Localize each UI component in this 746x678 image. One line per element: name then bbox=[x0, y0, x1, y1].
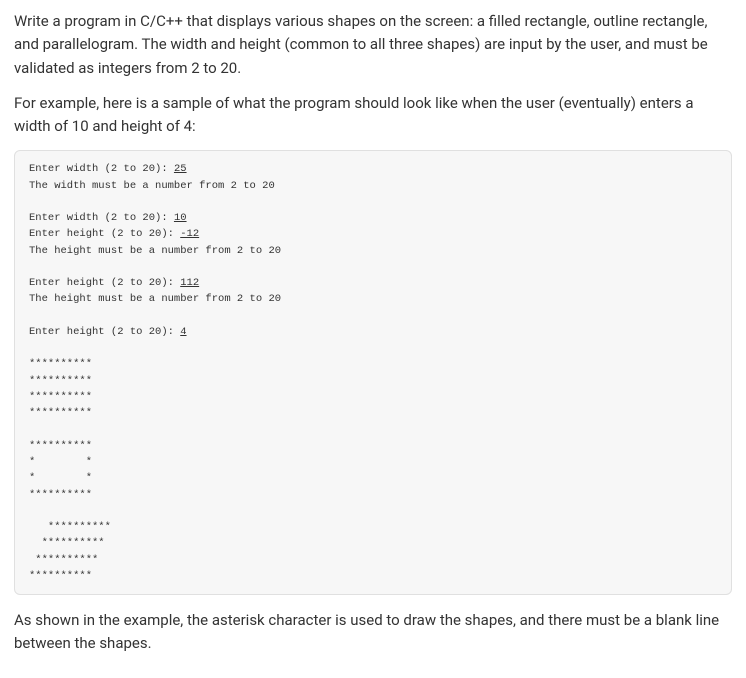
shape-row: ********** bbox=[29, 440, 92, 452]
shape-row: * * bbox=[29, 472, 92, 484]
intro-paragraph-2: For example, here is a sample of what th… bbox=[14, 92, 732, 139]
shape-row: ********** bbox=[29, 537, 105, 549]
intro-paragraph-1: Write a program in C/C++ that displays v… bbox=[14, 10, 732, 80]
shape-row: ********** bbox=[29, 375, 92, 387]
code-line: Enter width (2 to 20): bbox=[29, 163, 174, 175]
code-line: The height must be a number from 2 to 20 bbox=[29, 245, 281, 257]
code-line: The height must be a number from 2 to 20 bbox=[29, 293, 281, 305]
code-line: Enter width (2 to 20): bbox=[29, 212, 174, 224]
user-input: 25 bbox=[174, 163, 187, 175]
user-input: 4 bbox=[180, 326, 186, 338]
code-line: The width must be a number from 2 to 20 bbox=[29, 180, 275, 192]
shape-row: ********** bbox=[29, 391, 92, 403]
shape-row: ********** bbox=[29, 489, 92, 501]
shape-row: ********** bbox=[29, 358, 92, 370]
user-input: -12 bbox=[180, 228, 199, 240]
shape-row: ********** bbox=[29, 521, 111, 533]
code-line: Enter height (2 to 20): bbox=[29, 326, 180, 338]
code-line: Enter height (2 to 20): bbox=[29, 228, 180, 240]
outro-paragraph: As shown in the example, the asterisk ch… bbox=[14, 609, 732, 656]
shape-row: * * bbox=[29, 456, 92, 468]
code-line: Enter height (2 to 20): bbox=[29, 277, 180, 289]
user-input: 112 bbox=[180, 277, 199, 289]
shape-row: ********** bbox=[29, 554, 98, 566]
user-input: 10 bbox=[174, 212, 187, 224]
shape-row: ********** bbox=[29, 570, 92, 582]
shape-row: ********** bbox=[29, 407, 92, 419]
sample-output-block: Enter width (2 to 20): 25 The width must… bbox=[14, 150, 732, 595]
